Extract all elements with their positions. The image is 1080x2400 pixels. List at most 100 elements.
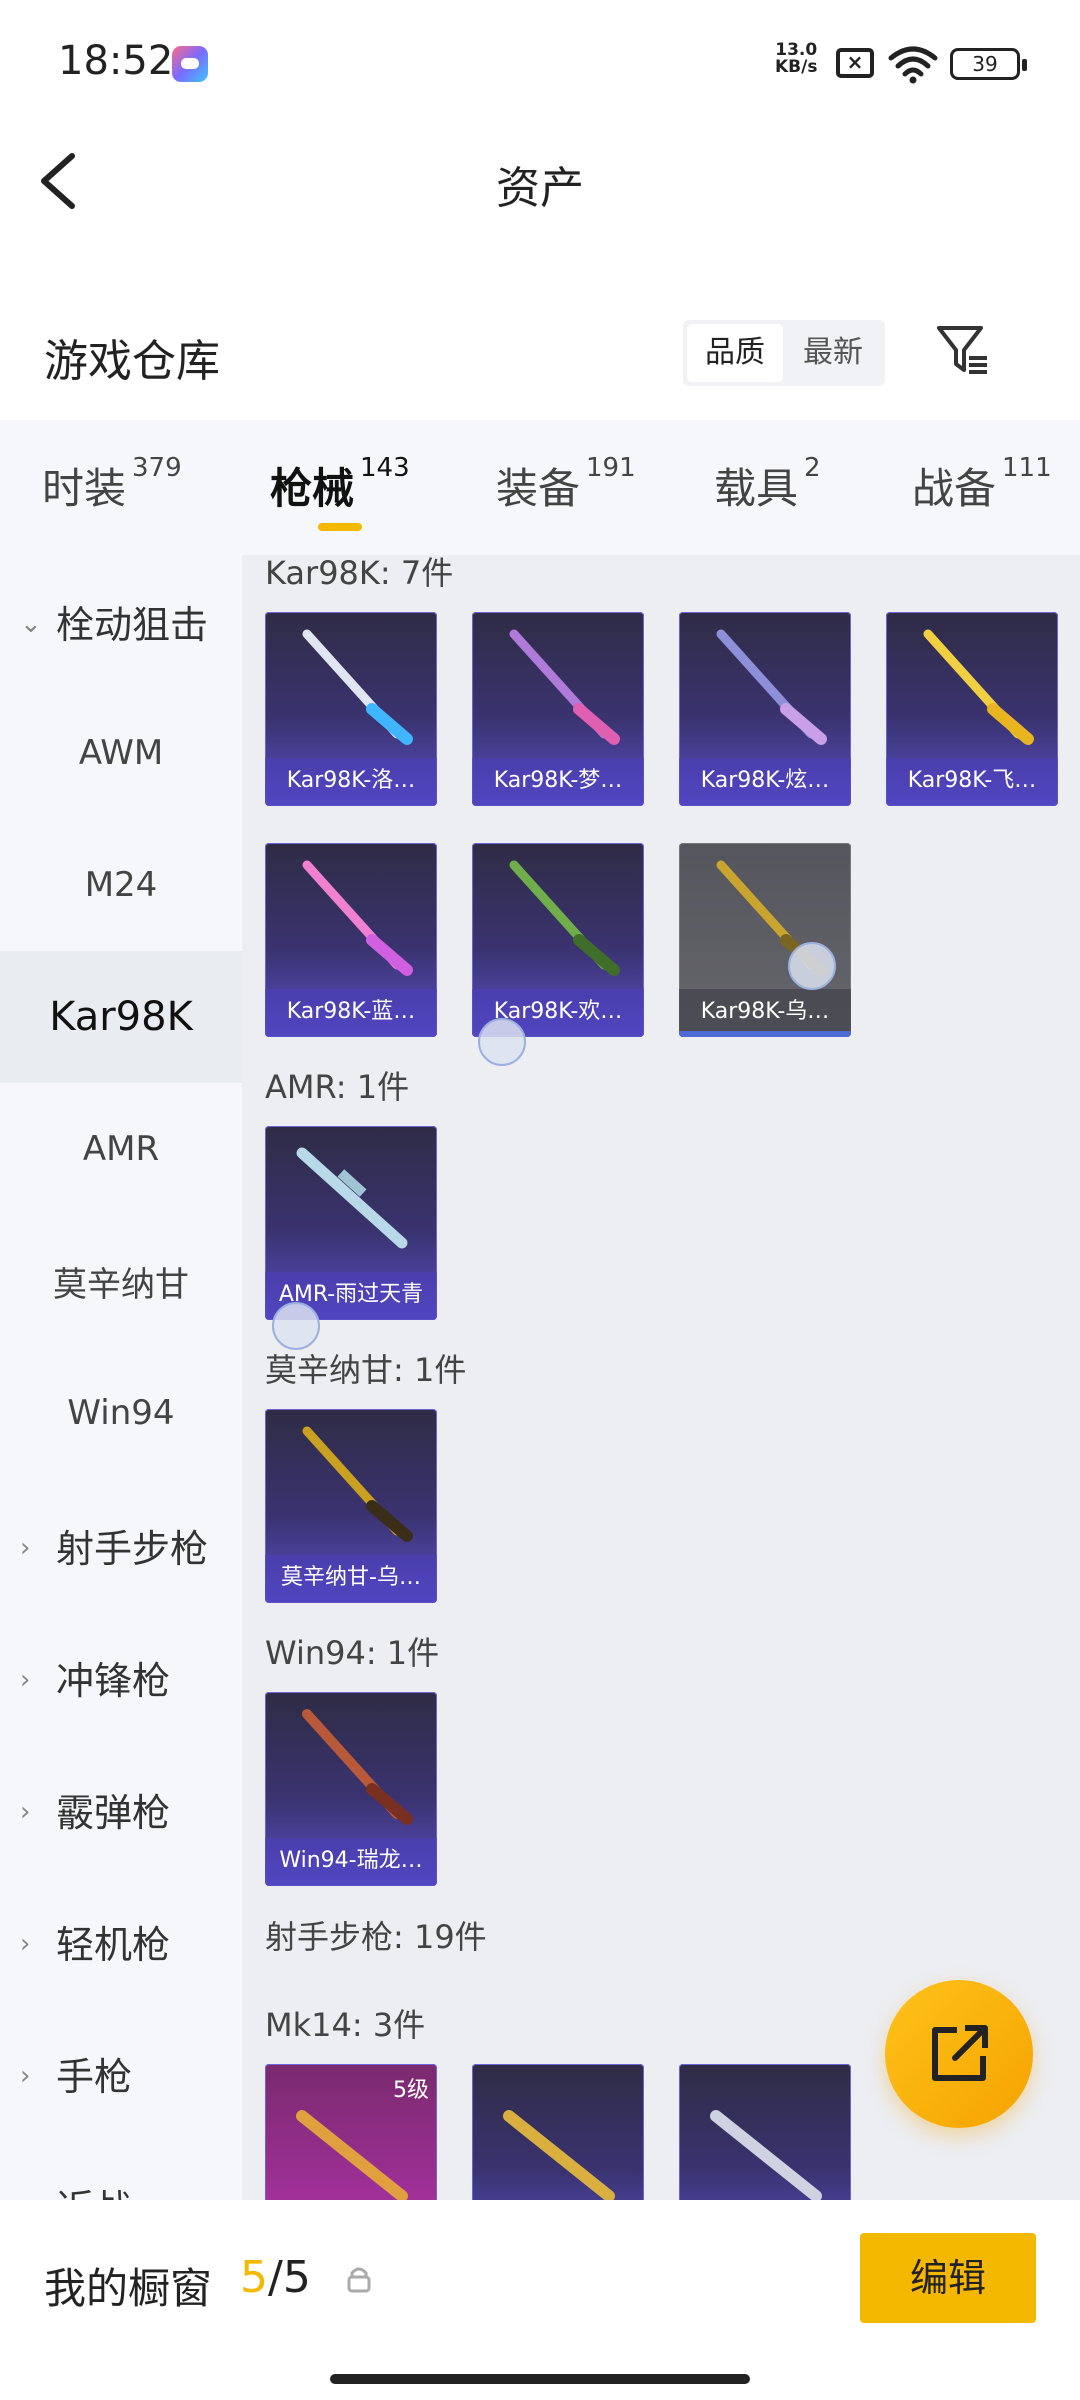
tab-equipment[interactable]: 装备 191 (496, 453, 636, 516)
game-app-icon (172, 46, 208, 82)
sidebar-group-lmg[interactable]: › 轻机枪 (0, 1875, 242, 2007)
sort-toggle: 品质 最新 (683, 320, 885, 386)
tab-guns[interactable]: 枪械 143 (270, 453, 410, 516)
share-icon (932, 2025, 988, 2081)
sidebar-item-kar98k[interactable]: Kar98K (0, 951, 242, 1083)
showcase-total: /5 (268, 2252, 311, 2303)
sidebar-item-mosin[interactable]: 莫辛纳甘 (0, 1215, 242, 1347)
net-speed-unit: KB/s (775, 57, 818, 77)
tab-fashion[interactable]: 时装 379 (42, 453, 182, 516)
chevron-down-icon: ⌄ (20, 609, 42, 639)
group-label-amr: AMR: 1件 (265, 1068, 410, 1106)
sort-newest-button[interactable]: 最新 (785, 324, 881, 382)
active-tab-indicator (318, 523, 362, 531)
weapon-card[interactable]: AMR-雨过天青 (265, 1126, 437, 1320)
weapon-card[interactable]: Kar98K-飞… (886, 612, 1058, 806)
sidebar-group-label: 霰弹枪 (56, 1790, 171, 1835)
sidebar-item-awm[interactable]: AWM (0, 687, 242, 819)
wifi-icon (888, 46, 938, 84)
tab-count: 2 (804, 453, 821, 483)
sidebar-group-dmr[interactable]: › 射手步枪 (0, 1479, 242, 1611)
touch-indicator (478, 1018, 526, 1066)
chevron-right-icon: › (20, 2061, 31, 2091)
touch-indicator (788, 942, 836, 990)
sidebar-item-win94[interactable]: Win94 (0, 1347, 242, 1479)
lock-icon (347, 2267, 371, 2293)
weapon-card[interactable]: Kar98K-蓝… (265, 843, 437, 1037)
no-sim-icon: × (836, 48, 874, 78)
filter-icon[interactable] (935, 322, 991, 378)
group-label-win94: Win94: 1件 (265, 1634, 440, 1672)
weapon-card[interactable]: Kar98K-乌… (679, 843, 851, 1037)
rifle-skin-icon (302, 629, 413, 745)
rifle-skin-icon (509, 629, 620, 745)
chevron-right-icon: › (20, 1797, 31, 1827)
weapon-category-sidebar: ⌄ 栓动狙击 AWM M24 Kar98K AMR 莫辛纳甘 Win94 › 射… (0, 555, 242, 2231)
weapon-card[interactable]: Win94-瑞龙… (265, 1692, 437, 1886)
rifle-skin-icon (923, 629, 1034, 745)
chevron-right-icon: › (20, 1665, 31, 1695)
tab-vehicles[interactable]: 载具 2 (714, 453, 821, 516)
edit-button[interactable]: 编辑 (860, 2233, 1036, 2323)
rifle-skin-icon (503, 2110, 615, 2202)
showcase-label: 我的橱窗 (44, 2264, 213, 2313)
weapon-card[interactable]: Kar98K-炫… (679, 612, 851, 806)
rifle-skin-icon (296, 2110, 408, 2202)
tab-count: 111 (1002, 453, 1052, 483)
group-label-mosin: 莫辛纳甘: 1件 (265, 1351, 467, 1389)
weapon-card[interactable]: Kar98K-欢… (472, 843, 644, 1037)
group-label-mk14: Mk14: 3件 (265, 2006, 426, 2044)
status-bar: 18:52 13.0 KB/s × 39 (0, 0, 1080, 130)
showcase-current: 5 (240, 2252, 268, 2303)
share-fab-button[interactable] (885, 1980, 1033, 2128)
sidebar-group-smg[interactable]: › 冲锋枪 (0, 1611, 242, 1743)
chevron-right-icon: › (20, 1533, 31, 1563)
home-indicator[interactable] (330, 2374, 750, 2384)
tab-label: 装备 (496, 464, 581, 513)
tab-label: 载具 (714, 464, 799, 513)
weapon-card[interactable]: Kar98K-洛… (265, 612, 437, 806)
sidebar-item-m24[interactable]: M24 (0, 819, 242, 951)
tab-count: 191 (586, 453, 636, 483)
showcase-count: 5/5 (240, 2252, 311, 2303)
rifle-skin-icon (302, 860, 413, 976)
tab-count: 143 (360, 453, 410, 483)
touch-indicator (272, 1302, 320, 1350)
weapon-card[interactable]: 莫辛纳甘-乌… (265, 1409, 437, 1603)
tab-supplies[interactable]: 战备 111 (912, 453, 1052, 516)
sidebar-group-label: 栓动狙击 (56, 602, 209, 647)
weapon-card-label: Kar98K-梦… (472, 758, 644, 806)
sidebar-group-shotgun[interactable]: › 霰弹枪 (0, 1743, 242, 1875)
sidebar-group-label: 手枪 (56, 2054, 133, 2099)
weapon-card-label: Kar98K-乌… (679, 989, 851, 1037)
page-title: 资产 (496, 163, 584, 214)
sidebar-group-label: 冲锋枪 (56, 1658, 171, 1703)
weapon-card-label: 莫辛纳甘-乌… (265, 1555, 437, 1603)
battery-icon: 39 (950, 48, 1027, 80)
sidebar-group-label: 轻机枪 (56, 1922, 171, 1967)
rifle-skin-icon (296, 1147, 408, 1249)
group-label-dmr: 射手步枪: 19件 (265, 1918, 487, 1956)
weapon-card-label: Kar98K-炫… (679, 758, 851, 806)
tab-label: 战备 (912, 464, 997, 513)
rifle-skin-icon (302, 1426, 413, 1542)
weapon-card-label: Kar98K-蓝… (265, 989, 437, 1037)
sidebar-group-pistol[interactable]: › 手枪 (0, 2007, 242, 2139)
weapon-card-label: Kar98K-洛… (265, 758, 437, 806)
sort-quality-button[interactable]: 品质 (687, 324, 783, 382)
weapon-card-label: Kar98K-飞… (886, 758, 1058, 806)
rifle-skin-icon (716, 629, 827, 745)
warehouse-title: 游戏仓库 (44, 336, 220, 387)
net-speed: 13.0 KB/s (775, 42, 817, 76)
rifle-skin-icon (509, 860, 620, 976)
weapon-card[interactable]: Kar98K-梦… (472, 612, 644, 806)
rifle-skin-icon (710, 2110, 822, 2202)
tab-count: 379 (132, 453, 182, 483)
tab-label: 枪械 (270, 464, 355, 513)
sidebar-item-amr[interactable]: AMR (0, 1083, 242, 1215)
tab-label: 时装 (42, 464, 127, 513)
chevron-right-icon: › (20, 1929, 31, 1959)
status-time: 18:52 (58, 38, 174, 84)
sidebar-group-bolt-action[interactable]: ⌄ 栓动狙击 (0, 555, 242, 687)
sidebar-group-label: 射手步枪 (56, 1526, 209, 1571)
